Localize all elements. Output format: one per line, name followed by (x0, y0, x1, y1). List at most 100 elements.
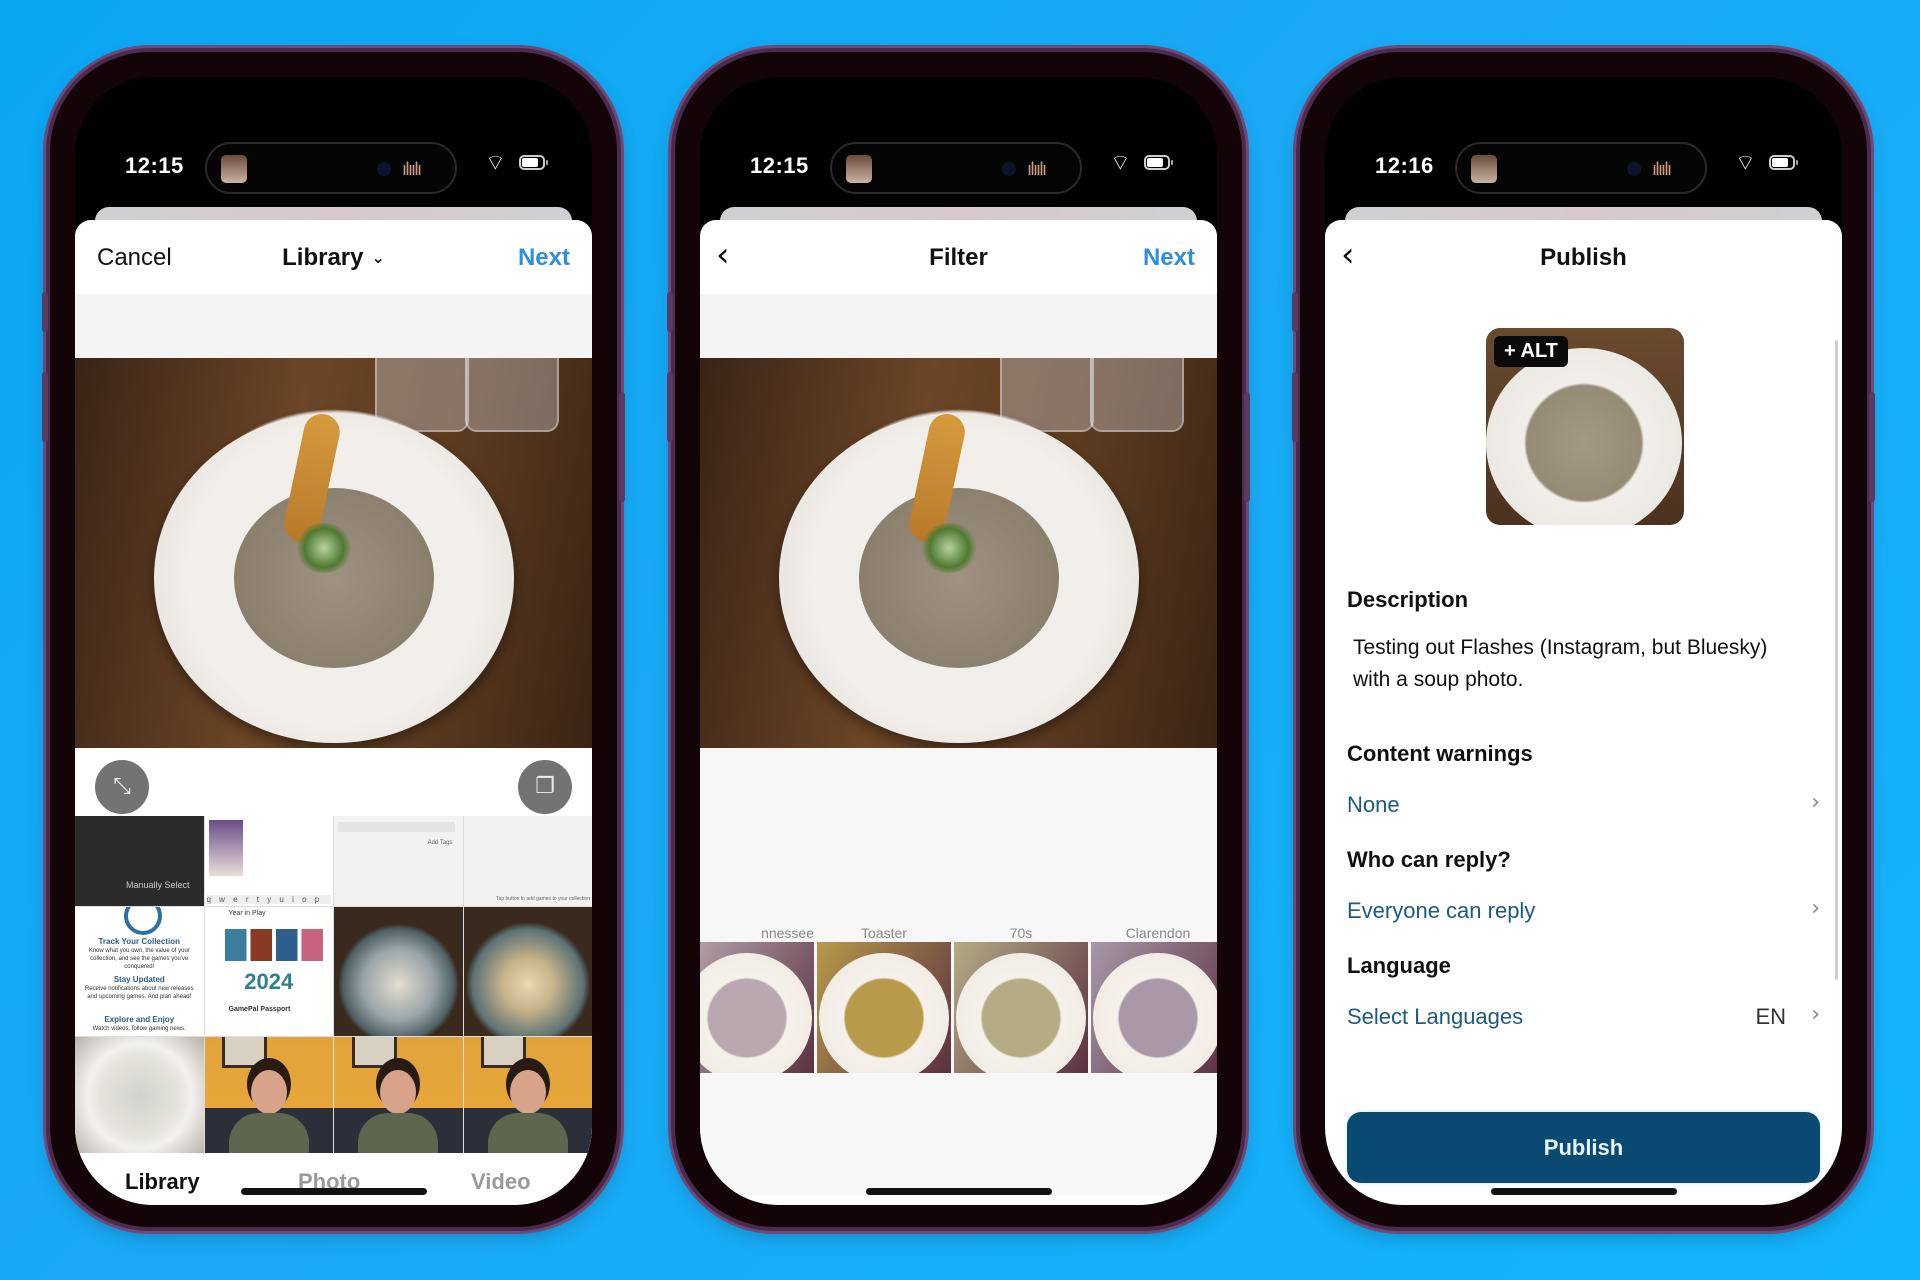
thumb-frame (351, 1037, 397, 1069)
home-indicator[interactable] (1490, 1188, 1677, 1195)
wifi-icon: ⌔ (1110, 151, 1131, 176)
grid-thumbnail[interactable] (334, 907, 463, 1036)
reply-heading: Who can reply? (1347, 847, 1511, 872)
screen: 12:16 ılıılı ⌔ ‹ Publish + ALT Descripti… (1325, 77, 1842, 1205)
wifi-icon: ⌔ (485, 151, 506, 176)
plate (1486, 348, 1682, 525)
filtered-photo-preview (700, 358, 1217, 748)
source-tabs: Library Photo Video (75, 1153, 592, 1205)
now-playing-artwork (221, 155, 247, 183)
reply-settings-row[interactable]: Everyone can reply › (1347, 896, 1820, 924)
filter-thumbnail[interactable] (1091, 942, 1217, 1073)
thumb-caption: Tap button to add games to your collecti… (496, 896, 590, 902)
garnish (918, 523, 979, 573)
grid-thumbnail[interactable] (204, 1037, 333, 1155)
action-button (667, 292, 673, 332)
back-chevron-icon[interactable]: ‹ (1341, 238, 1355, 272)
stacked-photos-icon: ❐ (535, 774, 555, 799)
status-bar: 12:15 ılıılı ⌔ (700, 77, 1217, 194)
filter-preview-plate (700, 952, 812, 1073)
status-bar: 12:16 ılıılı ⌔ (1325, 77, 1842, 194)
grid-thumbnail[interactable]: Track Your Collection Know what you own,… (75, 907, 204, 1036)
content-warnings-value: None (1347, 792, 1400, 817)
grid-thumbnail[interactable]: Manually Select (75, 816, 204, 906)
thumb-body: Watch videos, follow gaming news. (92, 1026, 186, 1032)
dynamic-island[interactable]: ılıılı (205, 142, 457, 194)
home-indicator[interactable] (865, 1188, 1052, 1195)
scrollbar[interactable] (1835, 340, 1838, 980)
thumb-body (358, 1113, 439, 1155)
filter-thumbnail[interactable] (700, 942, 814, 1073)
expand-crop-button[interactable]: ⤡ (95, 760, 149, 814)
dynamic-island[interactable]: ılıılı (830, 142, 1082, 194)
grid-thumbnail[interactable] (463, 1037, 592, 1155)
thumb-frame (481, 1037, 527, 1069)
thumb-heading: Explore and Enjoy (104, 1015, 175, 1024)
description-input[interactable]: Testing out Flashes (Instagram, but Blue… (1353, 632, 1773, 696)
grid-thumbnail[interactable]: Tap button to add games to your collecti… (463, 816, 592, 906)
battery-icon (1144, 155, 1173, 170)
action-button (1292, 292, 1298, 332)
chevron-right-icon: › (1811, 790, 1820, 815)
preview-top-band (700, 294, 1217, 358)
filter-label: nnessee (761, 925, 814, 941)
thumb-frame (222, 1037, 268, 1069)
add-alt-text-button[interactable]: + ALT (1494, 336, 1568, 367)
home-indicator[interactable] (240, 1188, 427, 1195)
grid-thumbnail[interactable] (463, 907, 592, 1036)
selected-photo-preview[interactable] (75, 358, 592, 748)
action-button (42, 292, 48, 332)
now-playing-artwork (846, 155, 872, 183)
publish-button[interactable]: Publish (1347, 1112, 1820, 1183)
thumb-caption: Add Tags (427, 840, 453, 846)
nav-bar: Cancel Library ⌄ Next (75, 220, 592, 294)
next-button[interactable]: Next (518, 244, 570, 272)
grid-thumbnail[interactable] (75, 1037, 204, 1155)
language-row[interactable]: Select Languages EN › (1347, 1002, 1820, 1030)
thumb-year: 2024 (244, 969, 294, 994)
grid-thumbnail[interactable]: q w e r t y u i o p (204, 816, 333, 906)
cancel-button[interactable]: Cancel (97, 244, 172, 272)
library-sheet: Cancel Library ⌄ Next ⤡ ❐ Manually Select (75, 220, 592, 1205)
thumb-heading: GamePal Passport (228, 1006, 291, 1013)
thumb-keyboard: q w e r t y u i o p (206, 895, 331, 904)
page-title: Filter (929, 244, 988, 271)
back-chevron-icon[interactable]: ‹ (716, 238, 730, 272)
description-heading: Description (1347, 587, 1469, 612)
battery-icon (519, 155, 548, 170)
nav-bar: ‹ Publish (1325, 220, 1842, 294)
power-button (619, 392, 625, 502)
screen: 12:15 ılıılı ⌔ ‹ Filter Next nnessee Toa… (700, 77, 1217, 1205)
thumb-heading: Year in Play (228, 910, 266, 917)
content-warnings-heading: Content warnings (1347, 741, 1533, 766)
grid-thumbnail[interactable]: Add Tags (334, 816, 463, 906)
multi-select-button[interactable]: ❐ (518, 760, 572, 814)
wifi-icon: ⌔ (1735, 151, 1756, 176)
next-button[interactable]: Next (1143, 244, 1195, 272)
library-dropdown[interactable]: Library ⌄ (282, 244, 385, 271)
grid-thumbnail[interactable] (334, 1037, 463, 1155)
chevron-right-icon: › (1811, 1002, 1820, 1027)
tab-library[interactable]: Library (125, 1169, 200, 1195)
dynamic-island[interactable]: ılıılı (1455, 142, 1707, 194)
tab-video[interactable]: Video (471, 1169, 531, 1195)
filter-thumbnail[interactable] (817, 942, 951, 1073)
filter-thumbnail[interactable] (954, 942, 1088, 1073)
thumb-body (228, 1113, 309, 1155)
grid-thumbnail[interactable]: Year in Play 2024 GamePal Passport (204, 907, 333, 1036)
post-image-thumbnail[interactable]: + ALT (1486, 328, 1684, 525)
thumb-face (250, 1070, 287, 1115)
nav-bar: ‹ Filter Next (700, 220, 1217, 294)
filter-sheet: ‹ Filter Next nnessee Toaster 70s Clarendon (700, 220, 1217, 1205)
page-title: Publish (1540, 244, 1627, 271)
content-warnings-row[interactable]: None › (1347, 790, 1820, 818)
photo-grid: Manually Select q w e r t y u i o p Add … (75, 816, 592, 1155)
thumb-heading: Track Your Collection (98, 937, 180, 946)
camera-icon (1627, 162, 1641, 176)
thumb-face (509, 1070, 546, 1115)
language-value: Select Languages (1347, 1004, 1524, 1029)
audio-waveform-icon: ılıılı (1027, 159, 1047, 180)
phone-library: 12:15 ılıılı ⌔ Cancel Library ⌄ Next ⤡ ❐… (42, 52, 625, 1227)
filter-preview-plate (956, 952, 1086, 1073)
filter-label: Toaster (861, 925, 907, 941)
